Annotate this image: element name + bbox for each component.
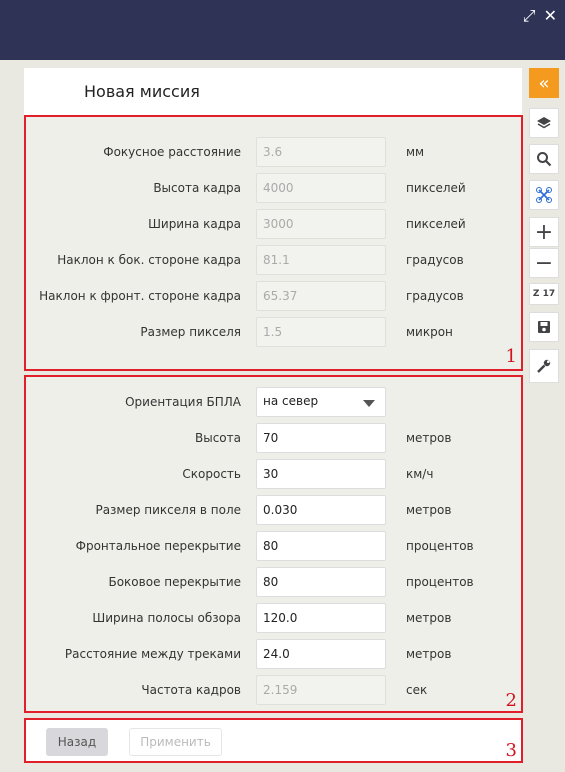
side-tilt-field [256,245,386,275]
section-number: 3 [505,740,517,761]
camera-unit: мм [406,145,425,159]
page-title: Новая миссия [84,82,200,101]
window-header: ⤢ ✕ [0,0,565,60]
flight-row-swath-width: Ширина полосы обзора метров [26,603,521,635]
flight-unit: процентов [406,575,474,589]
collapse-panel-button[interactable]: « [529,68,559,98]
close-icon[interactable]: ✕ [544,6,557,26]
expand-icon[interactable]: ⤢ [523,6,536,26]
zoom-in-button[interactable]: + [529,217,559,247]
camera-label: Размер пикселя [140,325,241,339]
minus-icon: − [534,250,554,276]
flight-label: Высота [195,431,241,445]
frame-width-field [256,209,386,239]
orientation-select[interactable]: на север [256,387,386,417]
camera-unit: микрон [406,325,453,339]
layers-icon [537,117,551,129]
save-button[interactable] [529,312,559,342]
settings-button[interactable] [529,349,559,383]
camera-label: Наклон к бок. стороне кадра [57,253,241,267]
camera-label: Ширина кадра [148,217,241,231]
flight-row-frame-rate: Частота кадров сек [26,675,521,707]
search-button[interactable] [529,144,559,174]
frame-rate-unit: сек [406,683,428,697]
camera-row-focal: Фокусное расстояние мм [26,137,521,169]
flight-label: Фронтальное перекрытие [75,539,241,553]
flight-unit: метров [406,431,452,445]
section-number: 1 [505,346,517,367]
track-spacing-field[interactable] [256,639,386,669]
flight-label: Скорость [182,467,241,481]
drone-button[interactable] [529,180,559,210]
layers-button[interactable] [529,108,559,138]
swath-width-field[interactable] [256,603,386,633]
double-chevron-left-icon: « [538,72,550,94]
zoom-out-button[interactable]: − [529,248,559,278]
flight-label: Ширина полосы обзора [92,611,241,625]
camera-row-front-tilt: Наклон к фронт. стороне кадра градусов [26,281,521,313]
front-tilt-field [256,281,386,311]
flight-label: Расстояние между треками [64,647,241,661]
section-number: 2 [505,690,517,711]
frame-rate-label: Частота кадров [141,683,241,697]
speed-field[interactable] [256,459,386,489]
frame-rate-field [256,675,386,705]
camera-unit: пикселей [406,181,466,195]
flight-row-ground-pixel: Размер пикселя в поле метров [26,495,521,527]
actions-section: Назад Применить 3 [24,718,523,763]
side-overlap-field[interactable] [256,567,386,597]
flight-label: Боковое перекрытие [108,575,241,589]
ground-pixel-field[interactable] [256,495,386,525]
drone-icon [536,187,552,203]
orientation-label: Ориентация БПЛА [125,395,241,409]
camera-unit: градусов [406,253,464,267]
flight-unit: процентов [406,539,474,553]
flight-unit: метров [406,611,452,625]
flight-label: Размер пикселя в поле [95,503,241,517]
altitude-field[interactable] [256,423,386,453]
chevron-down-icon [363,400,375,407]
orientation-value: на север [263,394,319,408]
flight-row-side-overlap: Боковое перекрытие процентов [26,567,521,599]
camera-label: Фокусное расстояние [103,145,241,159]
save-icon [538,321,550,333]
camera-unit: градусов [406,289,464,303]
back-button[interactable]: Назад [46,728,108,756]
zoom-level-badge: Z 17 [529,283,559,305]
flight-unit: метров [406,647,452,661]
camera-label: Наклон к фронт. стороне кадра [39,289,241,303]
flight-parameters-section: Ориентация БПЛА на север Высота метров С… [24,375,523,713]
search-icon [537,152,552,167]
pixel-size-field [256,317,386,347]
camera-unit: пикселей [406,217,466,231]
flight-row-altitude: Высота метров [26,423,521,455]
camera-row-side-tilt: Наклон к бок. стороне кадра градусов [26,245,521,277]
camera-label: Высота кадра [153,181,241,195]
focal-length-field [256,137,386,167]
camera-row-height: Высота кадра пикселей [26,173,521,205]
wrench-icon [537,359,551,373]
zoom-level-text: Z 17 [532,289,556,299]
camera-row-width: Ширина кадра пикселей [26,209,521,241]
camera-parameters-section: Фокусное расстояние мм Высота кадра пикс… [24,115,523,371]
flight-row-orientation: Ориентация БПЛА на север [26,387,521,419]
mission-title-bar: Новая миссия [24,68,522,115]
flight-row-speed: Скорость км/ч [26,459,521,491]
apply-button[interactable]: Применить [129,728,222,756]
frame-height-field [256,173,386,203]
flight-row-track-spacing: Расстояние между треками метров [26,639,521,671]
front-overlap-field[interactable] [256,531,386,561]
camera-row-pixel-size: Размер пикселя микрон [26,317,521,349]
plus-icon: + [534,219,554,245]
flight-unit: метров [406,503,452,517]
flight-unit: км/ч [406,467,434,481]
flight-row-front-overlap: Фронтальное перекрытие процентов [26,531,521,563]
